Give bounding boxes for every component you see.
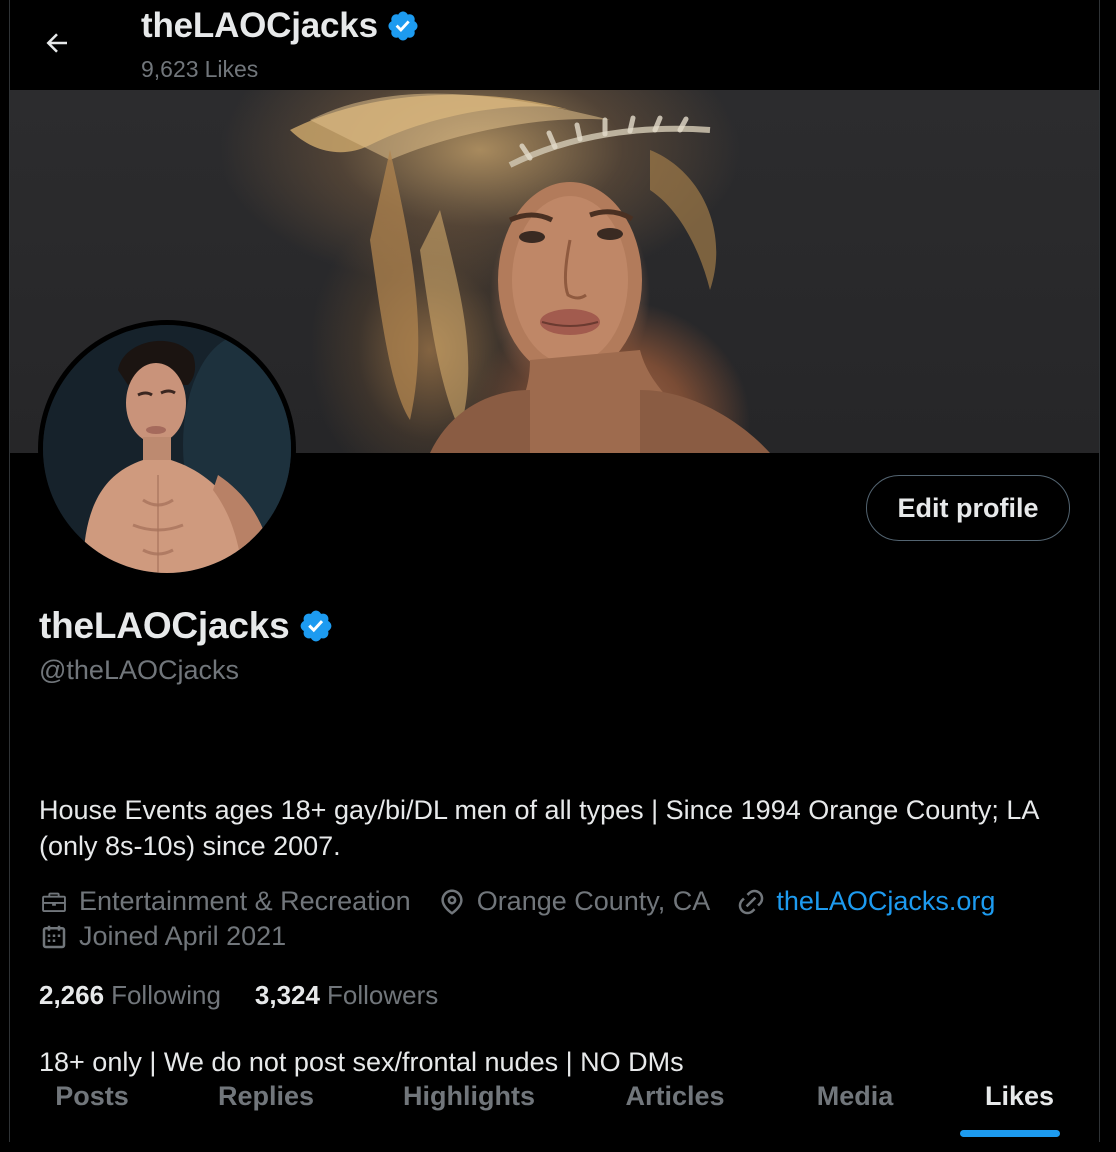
avatar[interactable] xyxy=(38,320,296,578)
active-tab-indicator xyxy=(960,1130,1060,1137)
profile-website-link[interactable]: theLAOCjacks.org xyxy=(776,886,995,917)
app-frame: theLAOCjacks 9,623 Likes Edit profile th… xyxy=(0,0,1116,1142)
profile-joined: Joined April 2021 xyxy=(39,921,286,952)
profile-tabs: Posts Replies Highlights Articles Media … xyxy=(10,1050,1099,1142)
tab-posts[interactable]: Posts xyxy=(10,1050,174,1142)
profile-display-name: theLAOCjacks xyxy=(39,605,334,647)
tab-likes[interactable]: Likes xyxy=(940,1050,1099,1142)
profile-joined-row: Joined April 2021 xyxy=(39,921,286,952)
tab-replies[interactable]: Replies xyxy=(174,1050,358,1142)
followers-link[interactable]: 3,324 Followers xyxy=(255,980,438,1011)
briefcase-icon xyxy=(42,892,66,912)
profile-meta-row: Entertainment & Recreation Orange County… xyxy=(39,886,995,917)
following-label: Following xyxy=(111,980,221,1010)
header-likes: 9,623 Likes xyxy=(141,56,258,83)
calendar-icon xyxy=(42,925,66,948)
verified-badge-icon[interactable] xyxy=(298,608,334,644)
tab-media[interactable]: Media xyxy=(770,1050,940,1142)
avatar-photo xyxy=(43,325,291,573)
profile-handle: @theLAOCjacks xyxy=(39,655,239,685)
link-icon xyxy=(739,889,764,914)
header-title-text: theLAOCjacks xyxy=(141,6,378,45)
profile-location-text: Orange County, CA xyxy=(476,886,711,916)
display-name-text: theLAOCjacks xyxy=(39,605,290,646)
followers-count: 3,324 xyxy=(254,980,320,1010)
back-button[interactable] xyxy=(36,22,78,64)
followers-label: Followers xyxy=(326,980,439,1010)
header-likes-count: 9,623 xyxy=(141,56,199,82)
header-likes-label: Likes xyxy=(204,56,259,82)
profile-location: Orange County, CA xyxy=(437,886,711,917)
profile-joined-text: Joined April 2021 xyxy=(79,921,287,951)
following-link[interactable]: 2,266 Following xyxy=(39,980,221,1011)
profile-category: Entertainment & Recreation xyxy=(39,886,411,917)
header-title: theLAOCjacks xyxy=(141,6,420,46)
edit-profile-button[interactable]: Edit profile xyxy=(866,475,1070,541)
avatar-image xyxy=(43,325,291,573)
location-pin-icon xyxy=(441,889,463,915)
profile-website[interactable]: theLAOCjacks.org xyxy=(736,886,995,917)
bio-line-1: House Events ages 18+ gay/bi/DL men of a… xyxy=(39,795,1046,861)
profile-stats: 2,266 Following 3,324 Followers xyxy=(39,980,438,1011)
following-count: 2,266 xyxy=(39,980,105,1010)
tab-highlights[interactable]: Highlights xyxy=(358,1050,580,1142)
verified-badge-icon xyxy=(388,11,418,41)
profile-category-text: Entertainment & Recreation xyxy=(79,886,411,916)
tab-articles[interactable]: Articles xyxy=(580,1050,770,1142)
back-arrow-icon xyxy=(46,33,67,53)
